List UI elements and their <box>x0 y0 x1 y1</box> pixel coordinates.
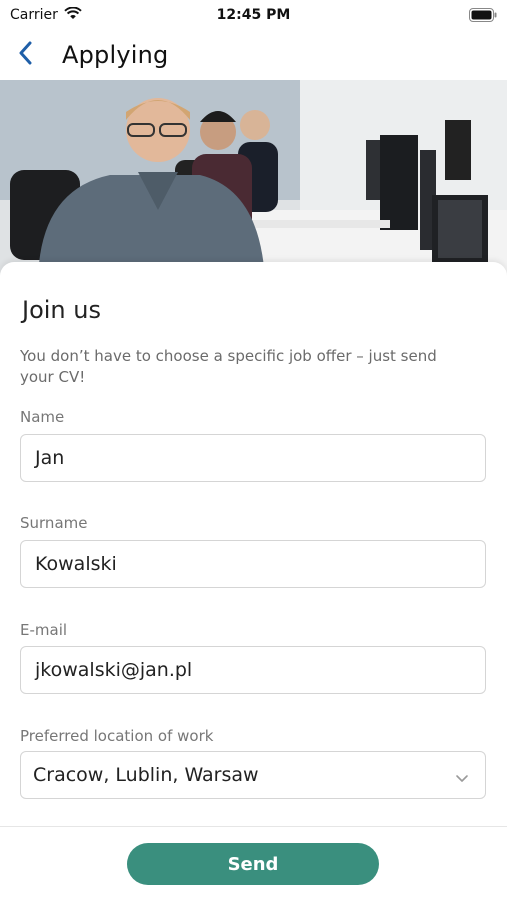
name-label: Name <box>20 408 65 426</box>
bottom-action-bar: Send <box>0 826 507 901</box>
surname-value: Kowalski <box>35 553 117 575</box>
status-bar: Carrier 12:45 PM <box>0 0 507 30</box>
email-field[interactable]: jkowalski@jan.pl <box>20 646 486 694</box>
wifi-icon <box>64 6 82 24</box>
hero-image <box>0 80 507 280</box>
location-select[interactable]: Cracow, Lublin, Warsaw <box>20 751 486 799</box>
location-value: Cracow, Lublin, Warsaw <box>33 764 259 786</box>
email-label: E-mail <box>20 621 68 639</box>
send-button[interactable]: Send <box>127 843 379 885</box>
form-intro: You don’t have to choose a specific job … <box>20 347 437 386</box>
surname-field[interactable]: Kowalski <box>20 540 486 588</box>
status-left: Carrier <box>10 6 82 24</box>
battery-icon <box>469 8 497 22</box>
chevron-left-icon <box>18 41 32 69</box>
email-value: jkowalski@jan.pl <box>35 659 193 681</box>
surname-label: Surname <box>20 514 88 532</box>
nav-bar: Applying <box>0 30 507 80</box>
location-label: Preferred location of work <box>20 727 214 745</box>
form-card: Join us You don’t have to choose a speci… <box>0 262 507 832</box>
carrier-label: Carrier <box>10 7 58 23</box>
back-button[interactable] <box>0 30 50 80</box>
form-heading: Join us <box>22 296 101 324</box>
name-field[interactable]: Jan <box>20 434 486 482</box>
name-value: Jan <box>35 447 65 469</box>
chevron-down-icon <box>455 767 469 789</box>
page-title: Applying <box>62 41 169 69</box>
